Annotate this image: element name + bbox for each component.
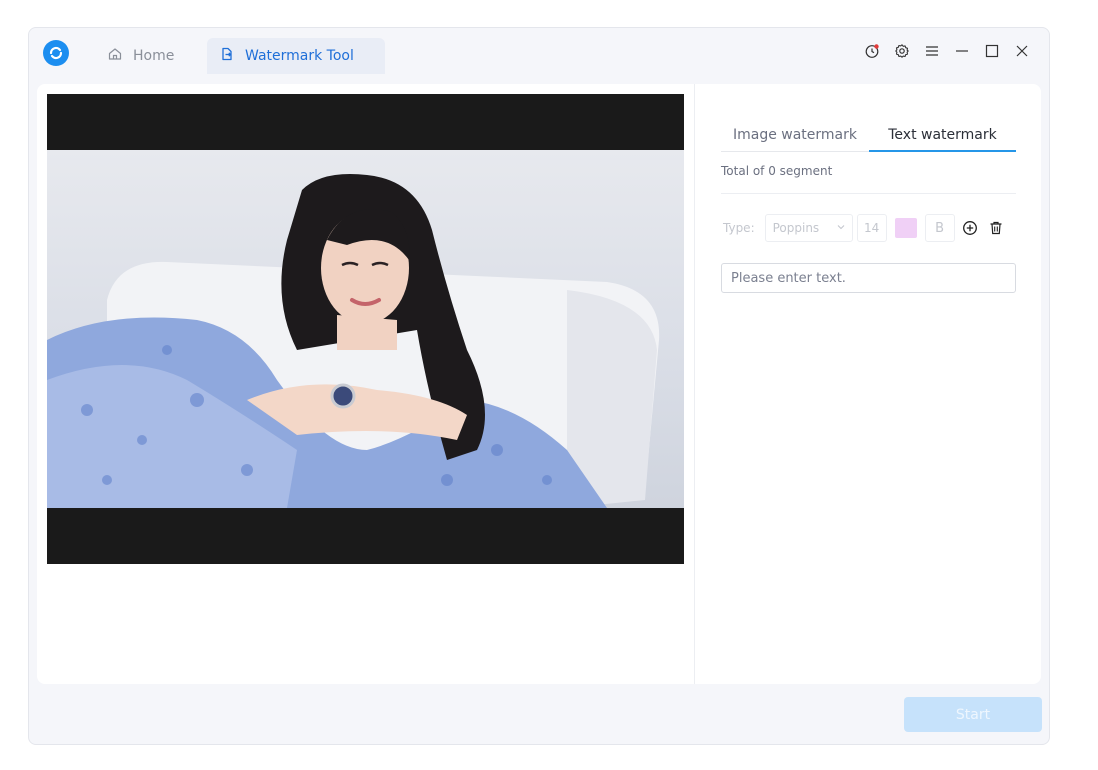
history-icon[interactable] [857, 40, 887, 62]
start-button[interactable]: Start [904, 697, 1042, 732]
watermark-type-tabs: Image watermark Text watermark [721, 120, 1016, 152]
main-panel: Image watermark Text watermark Total of … [37, 84, 1041, 684]
preview-photo [47, 150, 684, 508]
font-select[interactable]: Poppins [764, 214, 853, 242]
app-logo-icon [43, 40, 69, 66]
home-icon [107, 46, 123, 66]
menu-icon[interactable] [917, 40, 947, 62]
panel-divider [694, 84, 695, 684]
font-size-input[interactable]: 14 [856, 214, 887, 242]
app-window: Home Watermark Tool Image watermark Text… [28, 27, 1050, 745]
tab-home-label: Home [133, 48, 175, 64]
close-icon[interactable] [1007, 40, 1037, 62]
tab-watermark-tool[interactable]: Watermark Tool [207, 38, 385, 74]
divider [721, 193, 1016, 194]
image-preview[interactable] [47, 94, 684, 564]
window-controls [857, 40, 1037, 62]
watermark-text-input[interactable] [721, 263, 1016, 293]
minimize-icon[interactable] [947, 40, 977, 62]
tab-home[interactable]: Home [95, 38, 186, 74]
bold-toggle[interactable]: B [924, 214, 955, 242]
settings-icon[interactable] [887, 40, 917, 62]
font-select-value: Poppins [772, 221, 820, 235]
color-picker[interactable] [891, 214, 921, 242]
chevron-down-icon [836, 221, 846, 235]
type-label: Type: [723, 221, 755, 235]
tab-text-watermark[interactable]: Text watermark [869, 120, 1016, 152]
trash-icon[interactable] [985, 217, 1007, 239]
maximize-icon[interactable] [977, 40, 1007, 62]
add-icon[interactable] [959, 217, 981, 239]
watermark-tool-icon [219, 46, 235, 66]
tab-image-watermark[interactable]: Image watermark [721, 120, 869, 150]
text-style-toolbar: Type: Poppins 14 B [723, 214, 1007, 242]
tab-watermark-tool-label: Watermark Tool [245, 48, 354, 64]
color-swatch [894, 218, 917, 238]
segment-count: Total of 0 segment [721, 164, 833, 178]
